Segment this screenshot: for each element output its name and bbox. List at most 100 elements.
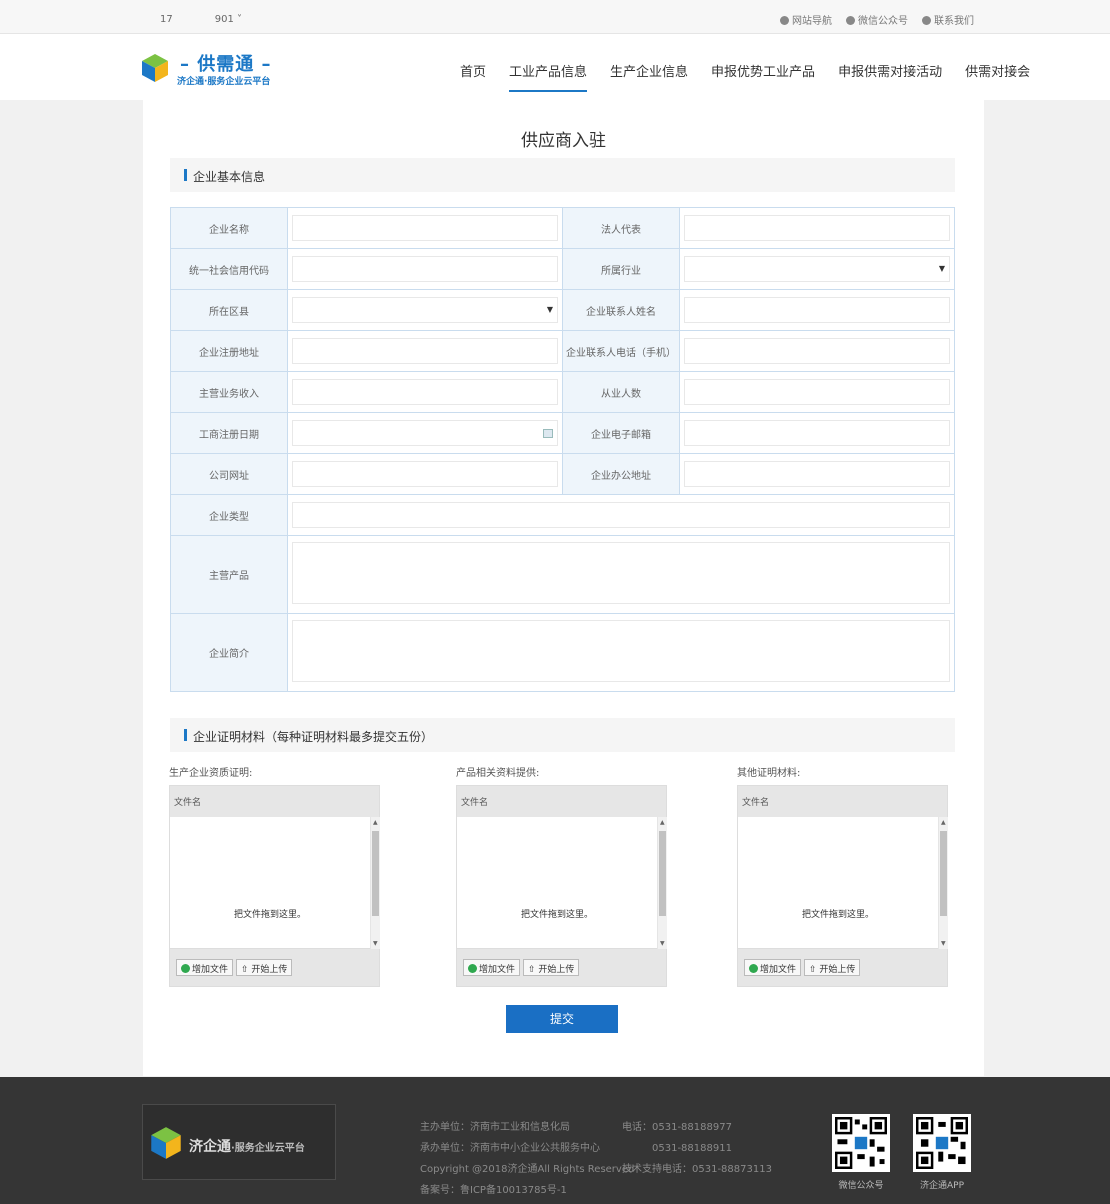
chevron-down-icon: ˅ (237, 14, 243, 25)
user-account-menu[interactable]: 17 901 ˅ (160, 12, 242, 25)
footer-line: 技术支持电话：0531-88873113 (622, 1164, 772, 1175)
plus-icon (468, 964, 477, 973)
scroll-up-icon[interactable]: ▲ (941, 819, 946, 826)
wechat-icon (846, 16, 855, 25)
intro-textarea[interactable] (292, 620, 950, 682)
company-type-input[interactable] (292, 502, 950, 528)
company-name-input[interactable] (292, 215, 558, 241)
label-contact-phone: 企业联系人电话（手机） (562, 330, 680, 372)
plus-icon (749, 964, 758, 973)
footer-line: 主办单位：济南市工业和信息化局 (420, 1122, 570, 1133)
employees-input[interactable] (684, 379, 950, 405)
upload-arrow-icon: ⇧ (528, 965, 539, 975)
revenue-input[interactable] (292, 379, 558, 405)
start-upload-button[interactable]: ⇧ 开始上传 (236, 959, 293, 976)
label-legal-rep: 法人代表 (562, 207, 680, 249)
upload-arrow-icon: ⇧ (809, 965, 820, 975)
main-content: 供应商入驻 企业基本信息 企业名称 法人代表 统一社会信用代码 所属行业 ▼ 所… (143, 100, 984, 1076)
scroll-thumb[interactable] (940, 831, 947, 916)
contact-phone-input[interactable] (684, 338, 950, 364)
site-footer: 济企通·服务企业云平台 主办单位：济南市工业和信息化局 承办单位：济南市中小企业… (0, 1077, 1110, 1204)
footer-logo[interactable]: 济企通·服务企业云平台 (142, 1104, 336, 1180)
upload-box: 文件名 把文件拖到这里。 ▲ ▼ 增加文件 ⇧ 开始上传 (456, 785, 667, 987)
qr-code-icon (916, 1117, 968, 1169)
scrollbar[interactable]: ▲ ▼ (657, 817, 667, 949)
qr-code-wechat (832, 1114, 890, 1172)
user-phone-suffix: 901 (214, 14, 234, 25)
label-contact-name: 企业联系人姓名 (562, 289, 680, 331)
plus-icon (181, 964, 190, 973)
calendar-icon[interactable] (543, 429, 553, 438)
upload-caption: 生产企业资质证明: (169, 768, 253, 779)
upload-product-materials: 产品相关资料提供: 文件名 把文件拖到这里。 ▲ ▼ 增加文件 ⇧ 开始上传 (456, 764, 667, 987)
file-drop-zone[interactable]: 把文件拖到这里。 ▲ ▼ (457, 817, 667, 949)
upload-caption: 产品相关资料提供: (456, 768, 540, 779)
add-file-button[interactable]: 增加文件 (463, 959, 521, 976)
nav-declare-products[interactable]: 申报优势工业产品 (711, 61, 815, 92)
start-upload-button[interactable]: ⇧ 开始上传 (523, 959, 580, 976)
footer-line: 备案号：鲁ICP备10013785号-1 (420, 1185, 567, 1196)
footer-info-right: 电话：0531-88188977 0531-88188911 技术支持电话：05… (622, 1117, 772, 1180)
legal-rep-input[interactable] (684, 215, 950, 241)
nav-manufacturers[interactable]: 生产企业信息 (610, 61, 688, 92)
scroll-thumb[interactable] (659, 831, 666, 916)
nav-home[interactable]: 首页 (460, 61, 486, 92)
site-logo[interactable]: – 供需通 – 济企通·服务企业云平台 (140, 50, 300, 90)
nav-matchmaking[interactable]: 供需对接会 (965, 61, 1030, 92)
upload-caption: 其他证明材料: (737, 768, 801, 779)
site-nav-link[interactable]: 网站导航 (780, 12, 832, 27)
upload-arrow-icon: ⇧ (241, 965, 252, 975)
office-address-input[interactable] (684, 461, 950, 487)
wechat-link[interactable]: 微信公众号 (846, 12, 908, 27)
nav-declare-activities[interactable]: 申报供需对接活动 (838, 61, 942, 92)
scrollbar[interactable]: ▲ ▼ (370, 817, 380, 949)
section-certificates: 企业证明材料（每种证明材料最多提交五份） (170, 718, 955, 752)
label-company-type: 企业类型 (170, 494, 288, 536)
scroll-up-icon[interactable]: ▲ (373, 819, 378, 826)
scroll-down-icon[interactable]: ▼ (941, 940, 946, 947)
nav-industrial-products[interactable]: 工业产品信息 (509, 61, 588, 92)
scroll-thumb[interactable] (372, 831, 379, 916)
file-drop-zone[interactable]: 把文件拖到这里。 ▲ ▼ (170, 817, 380, 949)
add-file-button[interactable]: 增加文件 (744, 959, 802, 976)
site-header: – 供需通 – 济企通·服务企业云平台 首页 工业产品信息 生产企业信息 申报优… (0, 34, 1110, 100)
logo-subtitle: 济企通·服务企业云平台 (177, 77, 271, 87)
contact-link[interactable]: 联系我们 (922, 12, 974, 27)
submit-button[interactable]: 提交 (506, 1005, 618, 1033)
label-office-address: 企业办公地址 (562, 453, 680, 495)
file-name-header: 文件名 (461, 798, 489, 808)
district-select[interactable] (292, 297, 558, 323)
upload-box: 文件名 把文件拖到这里。 ▲ ▼ 增加文件 ⇧ 开始上传 (737, 785, 948, 987)
cube-logo-icon (142, 54, 168, 82)
industry-select[interactable] (684, 256, 950, 282)
label-intro: 企业简介 (170, 613, 288, 692)
website-input[interactable] (292, 461, 558, 487)
reg-address-input[interactable] (292, 338, 558, 364)
scroll-down-icon[interactable]: ▼ (373, 940, 378, 947)
file-drop-zone[interactable]: 把文件拖到这里。 ▲ ▼ (738, 817, 948, 949)
main-products-textarea[interactable] (292, 542, 950, 604)
add-file-button[interactable]: 增加文件 (176, 959, 234, 976)
email-input[interactable] (684, 420, 950, 446)
top-bar: 17 901 ˅ 网站导航 微信公众号 联系我们 (0, 0, 1110, 34)
compass-icon (780, 16, 789, 25)
footer-line: 承办单位：济南市中小企业公共服务中心 (420, 1143, 600, 1154)
reg-date-input[interactable] (292, 420, 558, 446)
logo-title: – 供需通 – (180, 54, 272, 75)
scroll-up-icon[interactable]: ▲ (660, 819, 665, 826)
credit-code-input[interactable] (292, 256, 558, 282)
start-upload-button[interactable]: ⇧ 开始上传 (804, 959, 861, 976)
label-company-name: 企业名称 (170, 207, 288, 249)
label-email: 企业电子邮箱 (562, 412, 680, 454)
drop-hint: 把文件拖到这里。 (233, 910, 306, 920)
label-employees: 从业人数 (562, 371, 680, 413)
cube-logo-icon (151, 1127, 181, 1159)
contact-name-input[interactable] (684, 297, 950, 323)
qr-code-icon (835, 1117, 887, 1169)
label-main-products: 主营产品 (170, 535, 288, 614)
scroll-down-icon[interactable]: ▼ (660, 940, 665, 947)
footer-logo-sub: ·服务企业云平台 (231, 1143, 305, 1154)
label-credit-code: 统一社会信用代码 (170, 248, 288, 290)
scrollbar[interactable]: ▲ ▼ (938, 817, 948, 949)
footer-logo-main: 济企通 (189, 1139, 231, 1155)
